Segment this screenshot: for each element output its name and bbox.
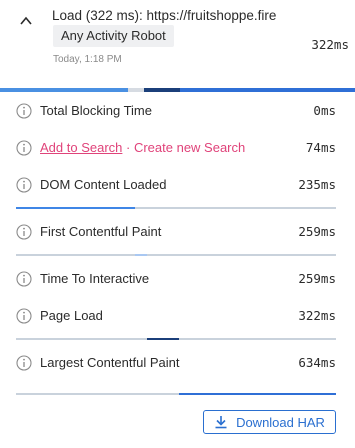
metric-label: DOM Content Loaded [40,177,167,192]
bar-track [16,338,336,340]
link-separator: · [122,140,134,155]
metric-bar [0,334,355,344]
chevron-up-icon[interactable] [19,14,33,28]
metrics-list: Total Blocking Time 0ms Add to Search · … [0,92,355,381]
metric-value: 259ms [298,271,336,286]
info-icon[interactable] [16,271,32,287]
info-icon[interactable] [16,355,32,371]
timestamp: Today, 1:18 PM [53,54,122,65]
create-new-search-link[interactable]: Create new Search [134,140,245,155]
metric-row: Largest Contentful Paint 634ms [0,344,355,381]
request-title: Load (322 ms): https://fruitshoppe.fire [52,8,277,23]
info-icon[interactable] [16,308,32,324]
metric-label: Largest Contentful Paint [40,355,180,370]
metric-label: Total Blocking Time [40,103,152,118]
load-duration: 322ms [311,37,349,52]
metric-row: Add to Search · Create new Search 74ms [0,129,355,166]
metric-value: 0ms [313,103,336,118]
metric-row: Total Blocking Time 0ms [0,92,355,129]
bar-fill [147,338,179,340]
info-icon[interactable] [16,140,32,156]
metric-bar [0,203,355,213]
metric-label: Page Load [40,308,103,323]
metric-value: 322ms [298,308,336,323]
metric-value: 74ms [305,140,336,155]
metric-row: Time To Interactive 259ms [0,260,355,297]
metric-row: First Contentful Paint 259ms [0,213,355,250]
metric-row: DOM Content Loaded 235ms [0,166,355,203]
download-har-label: Download HAR [236,414,325,430]
robot-tag: Any Activity Robot [53,25,174,47]
search-links: Add to Search · Create new Search [40,140,245,155]
bar-fill [135,254,147,256]
download-har-button[interactable]: Download HAR [203,410,336,434]
metric-label: First Contentful Paint [40,224,162,239]
info-icon[interactable] [16,103,32,119]
bar-fill [179,393,336,395]
metric-label: Time To Interactive [40,271,150,286]
metric-bar [16,393,336,395]
metric-value: 259ms [298,224,336,239]
info-icon[interactable] [16,224,32,240]
info-icon[interactable] [16,177,32,193]
bar-track [16,207,336,209]
add-to-search-link[interactable]: Add to Search [40,140,122,155]
request-header: Load (322 ms): https://fruitshoppe.fire … [0,0,355,88]
metric-value: 235ms [298,177,336,192]
download-icon [215,416,227,429]
metric-bar [0,250,355,260]
metric-row: Page Load 322ms [0,297,355,334]
metric-value: 634ms [298,355,336,370]
bar-track [16,254,336,256]
bar-fill [16,207,135,209]
